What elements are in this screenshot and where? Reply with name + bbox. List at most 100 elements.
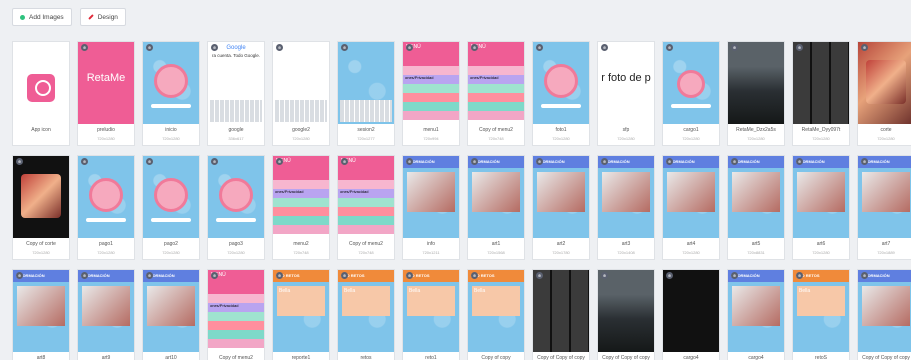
screen-card[interactable]: PRO RETOSBella⊕retoS720x1280 <box>792 269 850 360</box>
screen-badge-icon: ⊕ <box>211 272 218 279</box>
screen-dimensions: 720x1280 <box>97 250 115 255</box>
brand-text: RetaMe <box>86 72 126 84</box>
avatar-ring <box>544 64 578 98</box>
screen-thumbnail: INFORMACIÓN <box>663 156 719 238</box>
screen-card[interactable]: INFORMACIÓN⊕Copy of Copy of copy720x1280 <box>857 269 911 360</box>
screen-card[interactable]: ⊕ pago1 720x1280 <box>77 155 135 260</box>
screen-card[interactable]: ⊕ sesion2 720x1277 <box>337 41 395 146</box>
screen-card[interactable]: ⊕ google2 720x1280 <box>272 41 330 146</box>
design-label: Design <box>97 13 118 21</box>
menu-stripe <box>403 66 459 75</box>
screen-card[interactable]: RetaMe ⊕ preludio 720x1280 <box>77 41 135 146</box>
screen-dimensions: 720x8831 <box>747 250 765 255</box>
article-image <box>147 286 195 326</box>
screen-name: art5 <box>751 241 761 247</box>
screen-card[interactable]: MENÚones/Privacidad⊕Copy of menu2720x748 <box>337 155 395 260</box>
screen-card[interactable]: INFORMACIÓN⊕art9720x1280 <box>77 269 135 360</box>
screen-badge-icon: ⊕ <box>536 272 543 279</box>
screen-card[interactable]: PRO RETOSBella⊕retos720x1280 <box>337 269 395 360</box>
article-image <box>407 172 455 212</box>
screen-card[interactable]: ⊕ RetaMe_Dzx2a5s 720x1280 <box>727 41 785 146</box>
sfp-text: r foto de p <box>601 72 651 84</box>
screen-card[interactable]: ⊕ cargo1 720x1280 <box>662 41 720 146</box>
screen-card[interactable]: INFORMACIÓN ⊕ art4 720x1280 <box>662 155 720 260</box>
screen-card[interactable]: MENÚones/Privacidad⊕Copy of menu2720x748 <box>207 269 265 360</box>
screen-badge-icon: ⊕ <box>276 158 283 165</box>
screen-dimensions: 720x1280 <box>32 250 50 255</box>
screen-thumbnail: PRO RETOS Bella <box>338 270 394 352</box>
screen-card[interactable]: PRO RETOSBella⊕reporte1720x1280 <box>272 269 330 360</box>
menu-stripe <box>338 216 394 225</box>
screen-badge-icon: ⊕ <box>796 44 803 51</box>
screen-thumbnail: INFORMACIÓN <box>143 270 199 352</box>
reto-card: Bella <box>472 286 520 316</box>
screen-dimensions: 720x1280 <box>292 136 310 141</box>
menu-stripe <box>468 111 524 120</box>
screen-card[interactable]: INFORMACIÓN⊕cargo4720x1280 <box>727 269 785 360</box>
screen-name: Copy of Copy of copy <box>862 355 910 360</box>
screen-card[interactable]: MENÚones/Privacidad⊕Copy of menu2720x748 <box>467 41 525 146</box>
screen-badge-icon: ⊕ <box>666 158 673 165</box>
menu-stripe <box>338 198 394 207</box>
screen-card[interactable]: ⊕ inicio 720x1280 <box>142 41 200 146</box>
screen-name: pago3 <box>229 241 243 247</box>
screen-thumbnail <box>143 156 199 238</box>
screen-card[interactable]: INFORMACIÓN ⊕ art1 720x1568 <box>467 155 525 260</box>
screen-thumbnail <box>273 42 329 124</box>
add-images-button[interactable]: Add Images <box>12 8 72 26</box>
keyboard-shape <box>210 100 262 122</box>
screen-row: ⊕ Copy of corte 720x1280 ⊕ pago1 720x1280 ⊕ pag… <box>12 155 911 260</box>
screen-badge-icon: ⊕ <box>731 44 738 51</box>
screen-badge-icon: ⊕ <box>81 44 88 51</box>
screen-card[interactable]: ⊕Copy of Copy of copy720x1280 <box>532 269 590 360</box>
screen-card[interactable]: ⊕ Copy of corte 720x1280 <box>12 155 70 260</box>
screen-card[interactable]: ⊕ corte 720x1280 <box>857 41 911 146</box>
menu-stripe <box>273 225 329 234</box>
screen-card[interactable]: ⊕ RetaMe_Dyy097t 720x1280 <box>792 41 850 146</box>
screen-card[interactable]: INFORMACIÓN⊕art8720x1280 <box>12 269 70 360</box>
screen-dimensions: 720x1280 <box>877 136 895 141</box>
screen-card[interactable]: ⊕ foto1 720x1280 <box>532 41 590 146</box>
screen-card[interactable]: Google ra cuenta. Todo Google. ⊕ google 336x… <box>207 41 265 146</box>
screen-name: App icon <box>31 127 51 133</box>
screen-thumbnail: r foto de p <box>598 42 654 124</box>
screen-dimensions: 720x1280 <box>162 136 180 141</box>
reto-card: Bella <box>797 286 845 316</box>
screen-card[interactable]: INFORMACIÓN ⊕ art7 720x1889 <box>857 155 911 260</box>
screen-name: art2 <box>556 241 566 247</box>
screen-card[interactable]: INFORMACIÓN⊕art10720x1280 <box>142 269 200 360</box>
screen-card[interactable]: INFORMACIÓN ⊕ art3 720x1408 <box>597 155 655 260</box>
screen-dimensions: 720x1408 <box>617 250 635 255</box>
screen-card[interactable]: PRO RETOSBella⊕reto1720x1280 <box>402 269 460 360</box>
screen-badge-icon: ⊕ <box>601 272 608 279</box>
screen-badge-icon: ⊕ <box>471 158 478 165</box>
screen-badge-icon: ⊕ <box>861 158 868 165</box>
screen-dimensions: 720x748 <box>358 250 374 255</box>
screen-card[interactable]: MENÚ ones/Privacidad ⊕ menu2 720x748 <box>272 155 330 260</box>
screen-card[interactable]: ⊕Copy of Copy of copy720x1280 <box>597 269 655 360</box>
add-images-label: Add Images <box>29 13 64 21</box>
screen-card[interactable]: ⊕cargo4720x1280 <box>662 269 720 360</box>
screen-card[interactable]: ⊕ pago2 720x1280 <box>142 155 200 260</box>
screen-dimensions: 720x1211 <box>422 250 440 255</box>
screen-card[interactable]: PRO RETOSBella⊕Copy of copy720x1280 <box>467 269 525 360</box>
menu-stripe <box>338 180 394 189</box>
screen-card[interactable]: INFORMACIÓN ⊕ art2 720x1780 <box>532 155 590 260</box>
screen-name: Copy of Copy of copy <box>602 355 650 360</box>
screen-name: menu2 <box>293 241 309 247</box>
screen-dimensions: 720x748 <box>488 136 504 141</box>
screen-card[interactable]: INFORMACIÓN ⊕ art6 720x1280 <box>792 155 850 260</box>
screen-card[interactable]: ⊕ pago3 720x1280 <box>207 155 265 260</box>
screen-card[interactable]: INFORMACIÓN ⊕ info 720x1211 <box>402 155 460 260</box>
screen-name: Copy of menu2 <box>349 241 383 247</box>
photo-shape <box>866 60 906 104</box>
screen-card[interactable]: MENÚ ones/Privacidad ⊕ menu1 720x994 <box>402 41 460 146</box>
screen-card[interactable]: INFORMACIÓN ⊕ art5 720x8831 <box>727 155 785 260</box>
avatar-ring <box>677 70 705 98</box>
screen-card[interactable]: r foto de p ⊕ sfp 720x1280 <box>597 41 655 146</box>
screen-name: pago2 <box>164 241 178 247</box>
article-image <box>732 286 780 326</box>
design-button[interactable]: Design <box>79 8 126 26</box>
screen-name: corte <box>880 127 892 133</box>
screen-card[interactable]: App icon <box>12 41 70 146</box>
